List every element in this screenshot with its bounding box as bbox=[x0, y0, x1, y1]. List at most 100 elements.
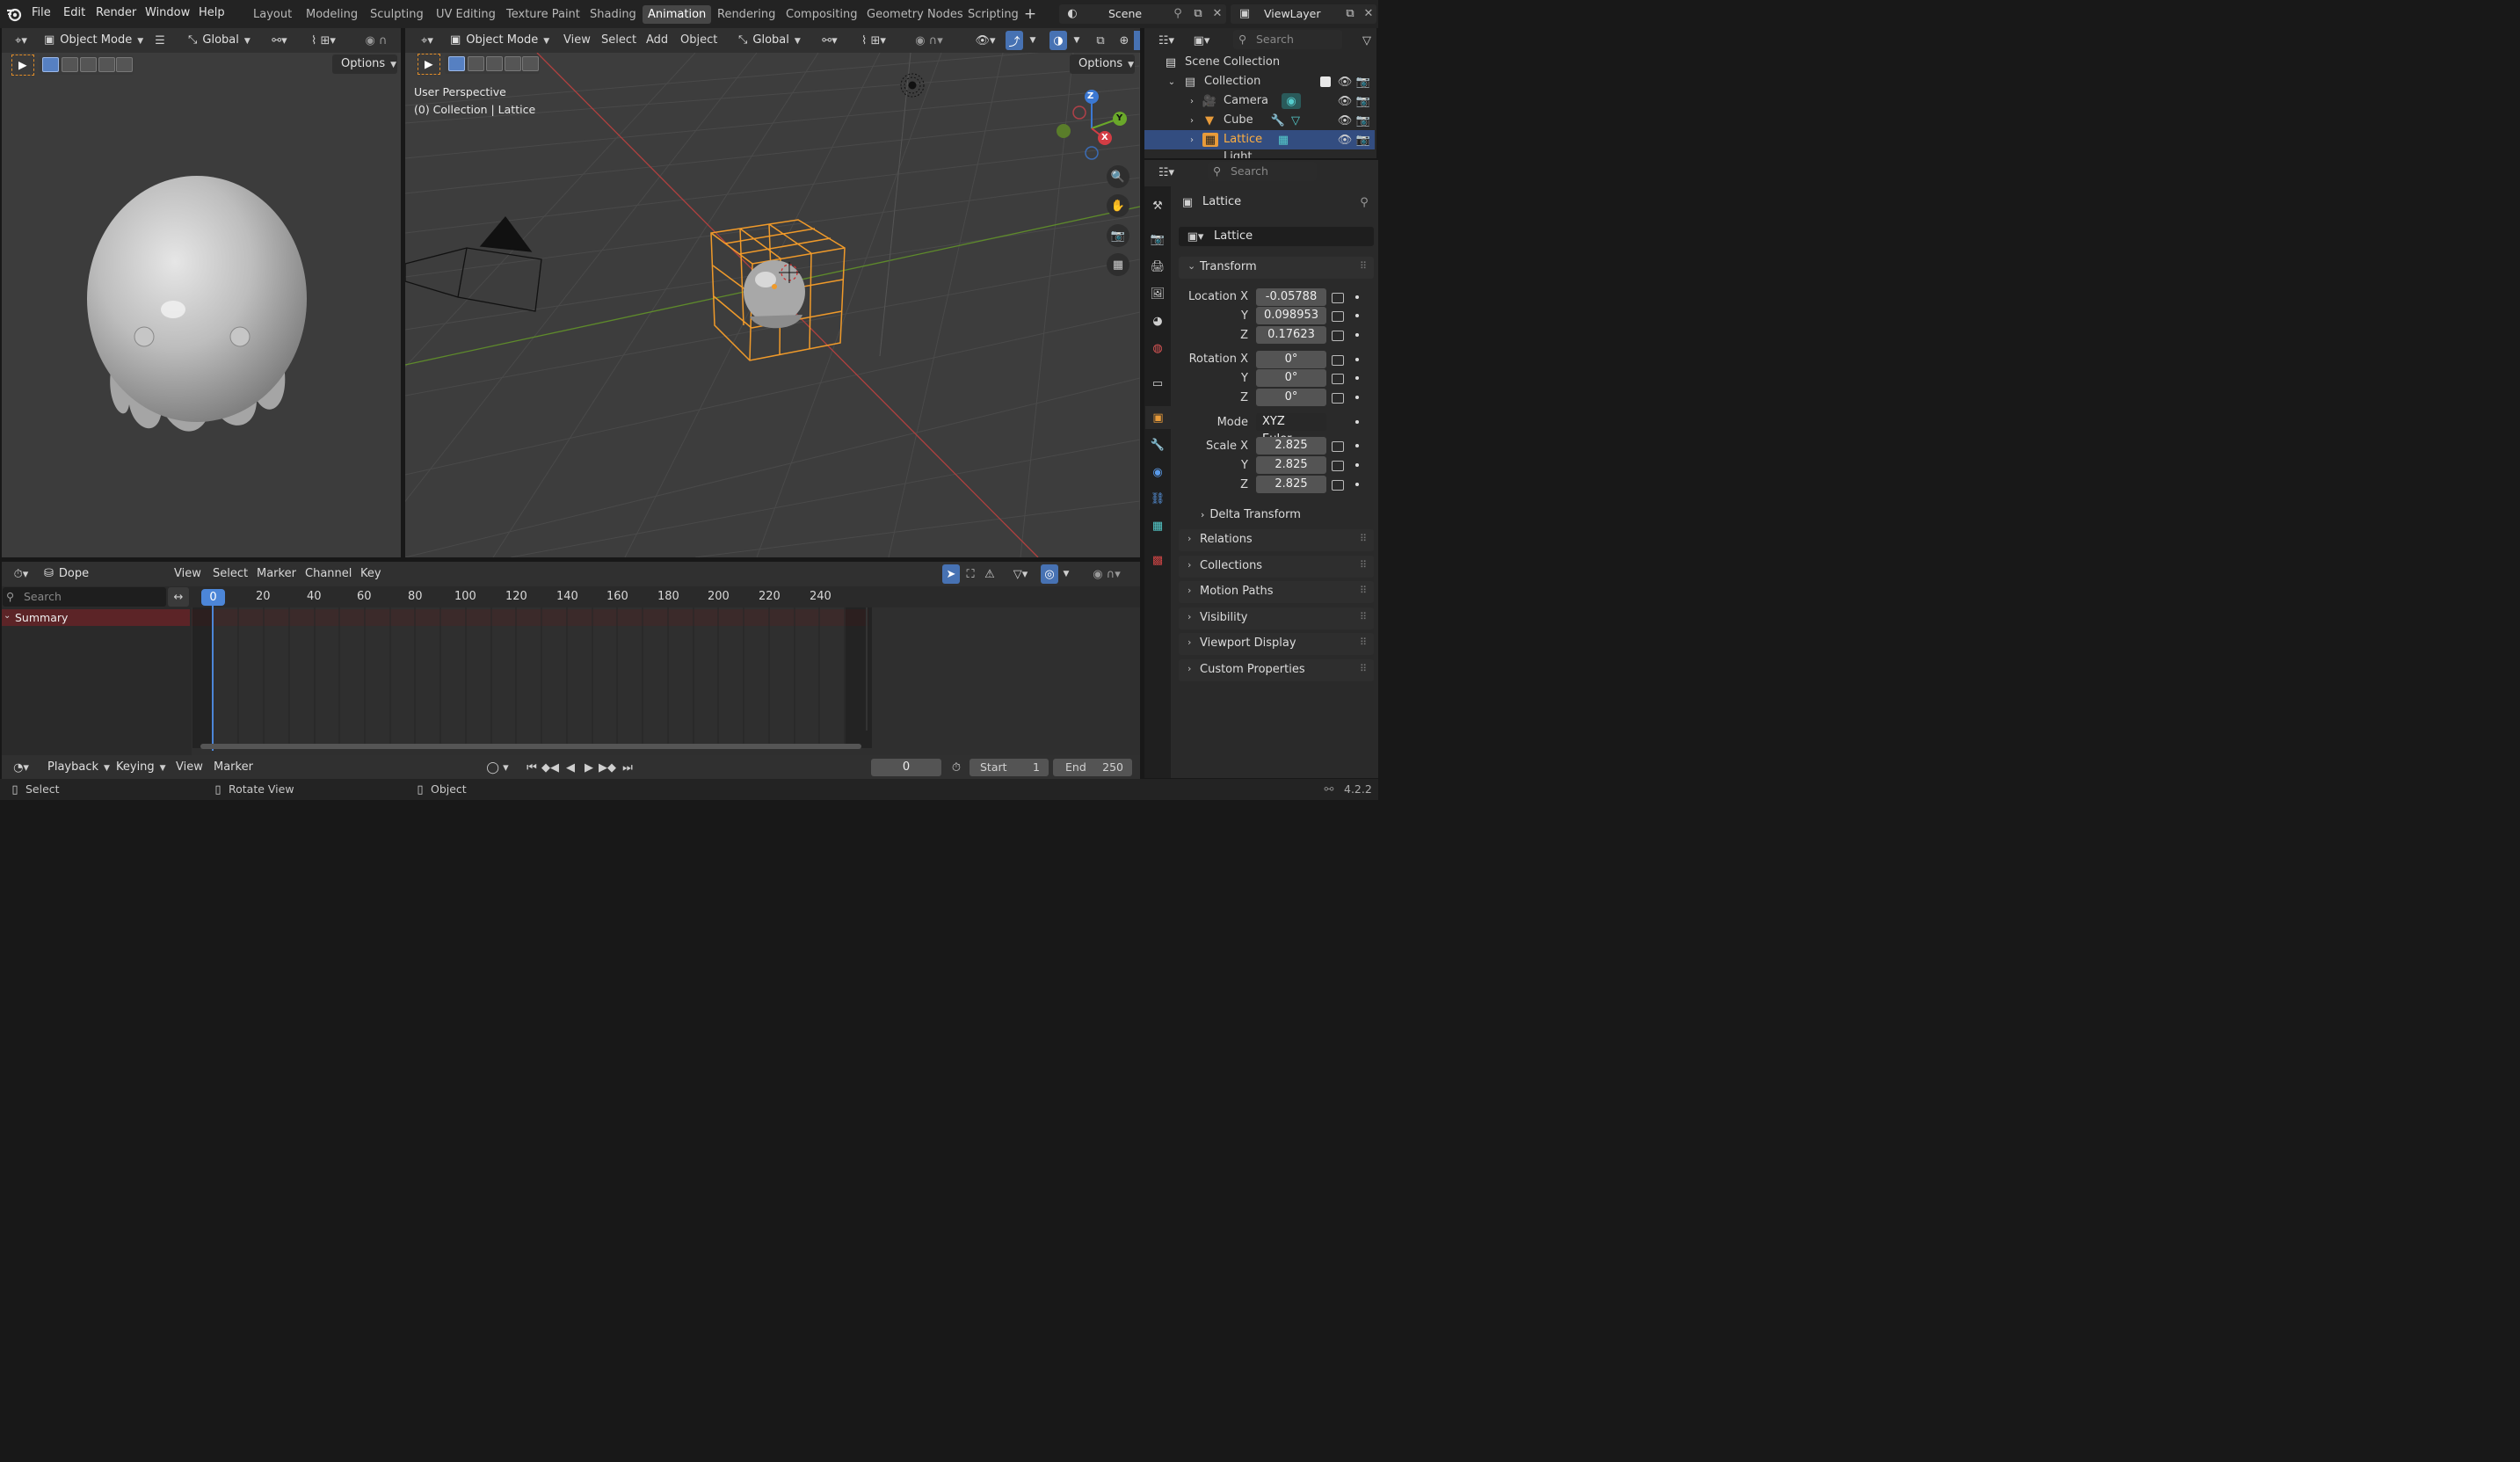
tab-rendering[interactable]: Rendering bbox=[712, 5, 781, 24]
tool-tab-icon[interactable]: ⚒ bbox=[1149, 197, 1166, 215]
select-tool-icon[interactable]: ▶ bbox=[418, 54, 440, 75]
chevron-down-icon[interactable]: ⌄ bbox=[4, 611, 11, 621]
pan-hand-icon[interactable]: ✋ bbox=[1107, 194, 1129, 217]
physics-tab-icon[interactable]: ◉ bbox=[1149, 463, 1166, 481]
play-reverse-icon[interactable]: ◀ bbox=[563, 758, 578, 777]
scene-selector[interactable]: ◐ Scene ⚲ ⧉ ✕ bbox=[1059, 4, 1226, 24]
left-options-dropdown[interactable]: Options ▼ bbox=[332, 55, 397, 74]
swap-icon[interactable]: ↔ bbox=[168, 587, 189, 607]
world-tab-icon[interactable]: ◍ bbox=[1149, 339, 1166, 357]
drag-handle-icon[interactable]: ⠿ bbox=[1360, 533, 1367, 544]
tab-scripting[interactable]: Scripting bbox=[962, 5, 1024, 24]
object-tab-icon[interactable]: ▣ bbox=[1145, 406, 1171, 429]
network-off-icon[interactable]: ⚯ bbox=[1320, 782, 1338, 797]
record-icon[interactable]: ◯ ▾ bbox=[480, 758, 515, 777]
menu-view[interactable]: View bbox=[563, 31, 591, 50]
relations-panel[interactable]: › Relations ⠿ bbox=[1179, 529, 1374, 551]
tab-uv-editing[interactable]: UV Editing bbox=[431, 5, 501, 24]
playhead-line[interactable] bbox=[212, 600, 214, 751]
playback-dropdown[interactable]: Playback ▼ bbox=[47, 758, 110, 777]
menu-edit[interactable]: Edit bbox=[63, 6, 85, 19]
lock-icon[interactable] bbox=[1332, 331, 1344, 341]
camera-render-icon[interactable]: 📷 bbox=[1356, 75, 1370, 89]
properties-editor-icon[interactable]: ☷▾ bbox=[1151, 163, 1181, 182]
new-view-layer-icon[interactable]: ⧉ bbox=[1341, 4, 1359, 24]
rotation-x-field[interactable]: 0° bbox=[1256, 351, 1326, 368]
scale-x-field[interactable]: 2.825 bbox=[1256, 437, 1326, 455]
rotation-y-field[interactable]: 0° bbox=[1256, 369, 1326, 387]
drag-handle-icon[interactable]: ⠿ bbox=[1360, 636, 1367, 648]
visibility-icon[interactable]: 👁▾ bbox=[970, 31, 1000, 50]
prev-keyframe-icon[interactable]: ◆◀ bbox=[541, 758, 559, 777]
left-orientation-dropdown[interactable]: ⤡ Global ▼ bbox=[188, 31, 258, 50]
current-frame-field[interactable]: 0 bbox=[871, 759, 941, 776]
object-browse-icon[interactable]: ▣▾ bbox=[1182, 228, 1209, 245]
xray-icon[interactable]: ⧉ bbox=[1092, 31, 1109, 50]
drag-handle-icon[interactable]: ⠿ bbox=[1360, 585, 1367, 596]
outliner-item-cube[interactable]: › ▼ Cube 🔧 ▽ 👁 📷 bbox=[1144, 111, 1375, 130]
mode-extend-icon[interactable] bbox=[468, 56, 484, 71]
blender-logo-icon[interactable] bbox=[6, 6, 22, 22]
pin-icon[interactable]: ⚲ bbox=[1169, 4, 1187, 24]
visibility-panel[interactable]: › Visibility ⠿ bbox=[1179, 607, 1374, 629]
keyframe-dot-icon[interactable] bbox=[1355, 295, 1359, 299]
keying-dropdown[interactable]: Keying ▼ bbox=[116, 758, 166, 777]
close-icon[interactable]: ✕ bbox=[1361, 4, 1376, 24]
outliner-item-light[interactable]: Light bbox=[1144, 149, 1375, 158]
eye-icon[interactable]: 👁 bbox=[1338, 113, 1353, 127]
keyframe-dot-icon[interactable] bbox=[1355, 444, 1359, 447]
proportional-edit-icon[interactable]: ◉ ∩▾ bbox=[905, 31, 953, 50]
location-y-field[interactable]: 0.098953 bbox=[1256, 307, 1326, 324]
collections-panel[interactable]: › Collections ⠿ bbox=[1179, 556, 1374, 578]
mode-intersect-icon[interactable] bbox=[116, 57, 133, 72]
motion-paths-panel[interactable]: › Motion Paths ⠿ bbox=[1179, 581, 1374, 603]
tab-layout[interactable]: Layout bbox=[248, 5, 297, 24]
menu-object[interactable]: Object bbox=[680, 31, 717, 50]
left-viewport[interactable]: ▶ Options ▼ bbox=[2, 53, 401, 557]
mode-new-icon[interactable] bbox=[448, 56, 465, 71]
mesh-data-icon[interactable]: ▽ bbox=[1289, 113, 1303, 127]
close-icon[interactable]: ✕ bbox=[1209, 4, 1226, 24]
chevron-down-icon[interactable]: ▼ bbox=[1027, 31, 1039, 50]
outliner-editor-icon[interactable]: ☷▾ bbox=[1151, 31, 1181, 50]
solid-shading-icon[interactable] bbox=[1134, 31, 1140, 50]
dopesheet-menu-key[interactable]: Key bbox=[360, 564, 381, 584]
jump-start-icon[interactable]: ⏮ bbox=[524, 758, 540, 777]
dopesheet-menu-channel[interactable]: Channel bbox=[305, 564, 352, 584]
tab-compositing[interactable]: Compositing bbox=[781, 5, 863, 24]
new-scene-icon[interactable]: ⧉ bbox=[1189, 4, 1207, 24]
main-viewport[interactable]: User Perspective (0) Collection | Lattic… bbox=[405, 53, 1140, 557]
keyframe-dot-icon[interactable] bbox=[1355, 376, 1359, 380]
dopesheet-menu-view[interactable]: View bbox=[174, 564, 201, 584]
modifier-tab-icon[interactable]: 🔧 bbox=[1149, 436, 1166, 454]
scene-tab-icon[interactable]: ◕ bbox=[1149, 312, 1166, 330]
object-name-field[interactable]: ▣▾ Lattice bbox=[1179, 227, 1374, 246]
exclude-checkbox[interactable] bbox=[1320, 76, 1331, 87]
mode-invert-icon[interactable] bbox=[98, 57, 115, 72]
lock-icon[interactable] bbox=[1332, 461, 1344, 471]
scale-y-field[interactable]: 2.825 bbox=[1256, 456, 1326, 474]
chevron-down-icon[interactable]: ▼ bbox=[1060, 564, 1072, 584]
left-object-mode-dropdown[interactable]: ▣ Object Mode ▼ bbox=[44, 31, 145, 50]
lock-icon[interactable] bbox=[1332, 311, 1344, 322]
overlay-toggle-icon[interactable]: ◑ bbox=[1049, 31, 1067, 50]
texture-tab-icon[interactable]: ▩ bbox=[1149, 551, 1166, 569]
drag-handle-icon[interactable]: ⠿ bbox=[1360, 663, 1367, 674]
timeline-menu-marker[interactable]: Marker bbox=[214, 758, 253, 777]
drag-handle-icon[interactable]: ⠿ bbox=[1360, 559, 1367, 571]
filter-icon[interactable]: ▽ bbox=[1357, 31, 1376, 50]
lock-icon[interactable] bbox=[1332, 393, 1344, 404]
chevron-right-icon[interactable]: › bbox=[1187, 94, 1197, 108]
only-selected-icon[interactable]: ➤ bbox=[942, 564, 960, 584]
show-hidden-icon[interactable]: ⛶ bbox=[962, 564, 979, 584]
menu-render[interactable]: Render bbox=[96, 6, 136, 19]
chevron-down-icon[interactable]: ⌄ bbox=[1166, 75, 1178, 89]
dopesheet-menu-marker[interactable]: Marker bbox=[257, 564, 296, 584]
constraints-tab-icon[interactable]: ⛓ bbox=[1149, 490, 1166, 507]
lock-icon[interactable] bbox=[1332, 374, 1344, 384]
viewport-display-panel[interactable]: › Viewport Display ⠿ bbox=[1179, 633, 1374, 655]
pivot-icon[interactable]: ⚯▾ bbox=[816, 31, 844, 50]
gizmo-toggle-icon[interactable]: ⤴ bbox=[1006, 31, 1023, 50]
menu-help[interactable]: Help bbox=[199, 6, 225, 19]
wrench-icon[interactable]: 🔧 bbox=[1271, 113, 1285, 127]
